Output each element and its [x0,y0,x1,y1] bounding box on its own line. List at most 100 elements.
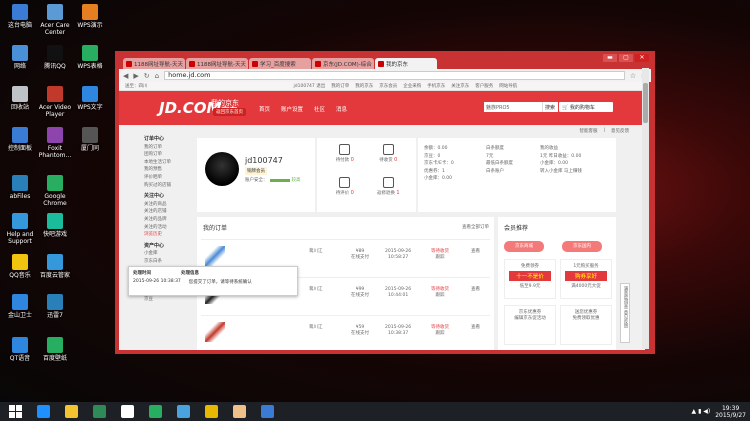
track-link[interactable]: 跟踪 [431,331,449,337]
browser-tab[interactable]: 学习_百度搜索 [249,58,311,69]
rec-item[interactable]: 京东优惠券 编辑京东促活动 [504,305,556,345]
status[interactable]: 等待收货 [431,287,449,293]
taskbar-app[interactable] [87,403,111,420]
rec-item[interactable]: 1元购买服务 购券享好 满4000元大促 [560,259,612,299]
desktop-icon[interactable]: Acer Care Center [38,4,72,36]
sidebar-item[interactable]: 关注的活动 [144,224,194,232]
desktop-icon[interactable]: 网络 [3,45,37,70]
back-home-link[interactable]: 返回京东首页 [213,108,246,116]
tray-icons[interactable]: ▲ ▮ ◀) [692,408,711,415]
product-thumb[interactable] [205,322,225,342]
browser-tab[interactable]: 1188网址导航-天天 [186,58,248,69]
desktop-icon[interactable]: abFiles [3,175,37,200]
asset-line[interactable]: 京豆：0 [424,153,454,161]
sidebar-item[interactable]: 我的预售 [144,166,194,174]
desktop-icon[interactable]: 百度壁纸 [38,337,72,362]
topbar-link[interactable]: 手机京东 [427,83,445,89]
rec-item[interactable]: 免费领券 十一不是价 低至9.9元 [504,259,556,299]
rec-item[interactable]: 送您优惠券 免费领取优惠 [560,305,612,345]
nav-account[interactable]: 账户设置 [281,105,303,113]
desktop-icon[interactable]: Help and Support [3,213,37,245]
view-order-link[interactable]: 查看 [471,325,480,331]
topbar-link[interactable]: 我的京东 [355,83,373,89]
sidebar-item[interactable]: 浏览历史 [144,231,194,239]
status[interactable]: 等待收货 [431,325,449,331]
reload-icon[interactable]: ↻ [144,72,150,80]
desktop-icon[interactable]: 迅雷7 [38,294,72,319]
home-icon[interactable]: ⌂ [155,72,159,80]
view-order-link[interactable]: 查看 [471,249,480,255]
nav-community[interactable]: 社区 [314,105,325,113]
clock[interactable]: 19:39 2015/9/27 [715,405,746,419]
sidebar-item[interactable]: 购买过的店铺 [144,182,194,190]
asset-line[interactable]: 白条额度 [486,145,513,153]
scrollbar[interactable] [642,68,649,349]
topbar-link[interactable]: 企业采购 [403,83,421,89]
stat-item[interactable]: 待评价 0 [323,177,367,206]
url-field[interactable]: home.jd.com [164,71,625,80]
sidebar-item[interactable]: 关注的商品 [144,201,194,209]
asset-line[interactable]: 小金库：0.00 [424,175,454,183]
start-button[interactable] [3,403,27,420]
back-icon[interactable]: ◀ [123,72,128,80]
topbar-link[interactable]: 客户服务 [475,83,493,89]
asset-line[interactable]: 最低白条额度 [486,160,513,168]
desktop-icon[interactable]: 金山卫士 [3,294,37,319]
taskbar-app[interactable] [59,403,83,420]
taskbar-app[interactable] [171,403,195,420]
desktop-icon[interactable]: 回收站 [3,86,37,111]
desktop-icon[interactable]: Google Chrome [38,175,72,207]
desktop-icon[interactable]: WPS文字 [73,86,107,111]
asset-line[interactable]: 我的收益 [540,145,582,153]
asset-line[interactable]: 白条账户 [486,168,513,176]
star-icon[interactable]: ☆ [630,72,636,80]
browser-tab[interactable]: 1188网址导航-天天 [123,58,185,69]
desktop-icon[interactable]: 快吧游戏 [38,213,72,238]
stat-item[interactable]: 返修退换 1 [367,177,411,206]
smart-service-link[interactable]: 智能客服 [579,128,597,134]
desktop-icon[interactable]: WPS表格 [73,45,107,70]
sidebar-item[interactable]: 评价晒单 [144,174,194,182]
nav-messages[interactable]: 消息 [336,105,347,113]
asset-line[interactable]: 小金库：0.00 [540,160,582,168]
asset-line[interactable]: 1元 昨日收益：0.00 [540,153,582,161]
asset-line[interactable]: 7元 [486,153,513,161]
topbar-link[interactable]: jd100747 退出 [294,83,326,89]
taskbar-app[interactable] [143,403,167,420]
sidebar-item[interactable]: 团购订单 [144,151,194,159]
sidebar-item[interactable]: 京东白条 [144,258,194,266]
desktop-icon[interactable]: 百度云管家 [38,254,72,279]
desktop-icon[interactable]: 腾讯QQ [38,45,72,70]
sidebar-item[interactable]: 京豆 [144,296,194,304]
topbar-link[interactable]: 京东会员 [379,83,397,89]
cart-button[interactable]: 🛒 我的购物车 [559,102,613,112]
close-button[interactable]: ✕ [635,54,649,62]
desktop-icon[interactable]: WPS演示 [73,4,107,29]
sidebar-item[interactable]: 我的订单 [144,144,194,152]
taskbar-app[interactable] [227,403,251,420]
nav-home[interactable]: 首页 [259,105,270,113]
desktop-icon[interactable]: 控制面板 [3,127,37,152]
scroll-thumb[interactable] [643,83,648,123]
sidebar-item[interactable]: 关注的店铺 [144,208,194,216]
desktop-icon[interactable]: QQ音乐 [3,254,37,279]
desktop-icon[interactable]: 厦门同 [73,127,107,152]
asset-line[interactable]: 优惠券：1 [424,168,454,176]
all-orders-link[interactable]: 查看全部订单 [462,224,489,230]
taskbar-app[interactable] [31,403,55,420]
browser-tab[interactable]: 京东(JD.COM)-综合 [312,58,374,69]
desktop-icon[interactable]: Acer Video Player [38,86,72,118]
status[interactable]: 等待收货 [431,249,449,255]
taskbar-app[interactable] [115,403,139,420]
desktop-icon[interactable]: QT语音 [3,337,37,362]
minimize-button[interactable]: ▬ [603,54,617,62]
topbar-link[interactable]: 送至：四川 [125,83,148,89]
sidebar-item[interactable]: 本地生活订单 [144,159,194,167]
rec-button[interactable]: 京东商城 [504,241,544,252]
sidebar-item[interactable]: 小金库 [144,250,194,258]
search-input[interactable]: 魅族PRO5 [484,102,542,112]
asset-line[interactable]: 余额：0.00 [424,145,454,153]
asset-line[interactable]: 京东卡/E卡：0 [424,160,454,168]
my-jd-title[interactable]: 我的京东 [211,98,239,108]
topbar-link[interactable]: 我的订单 [331,83,349,89]
